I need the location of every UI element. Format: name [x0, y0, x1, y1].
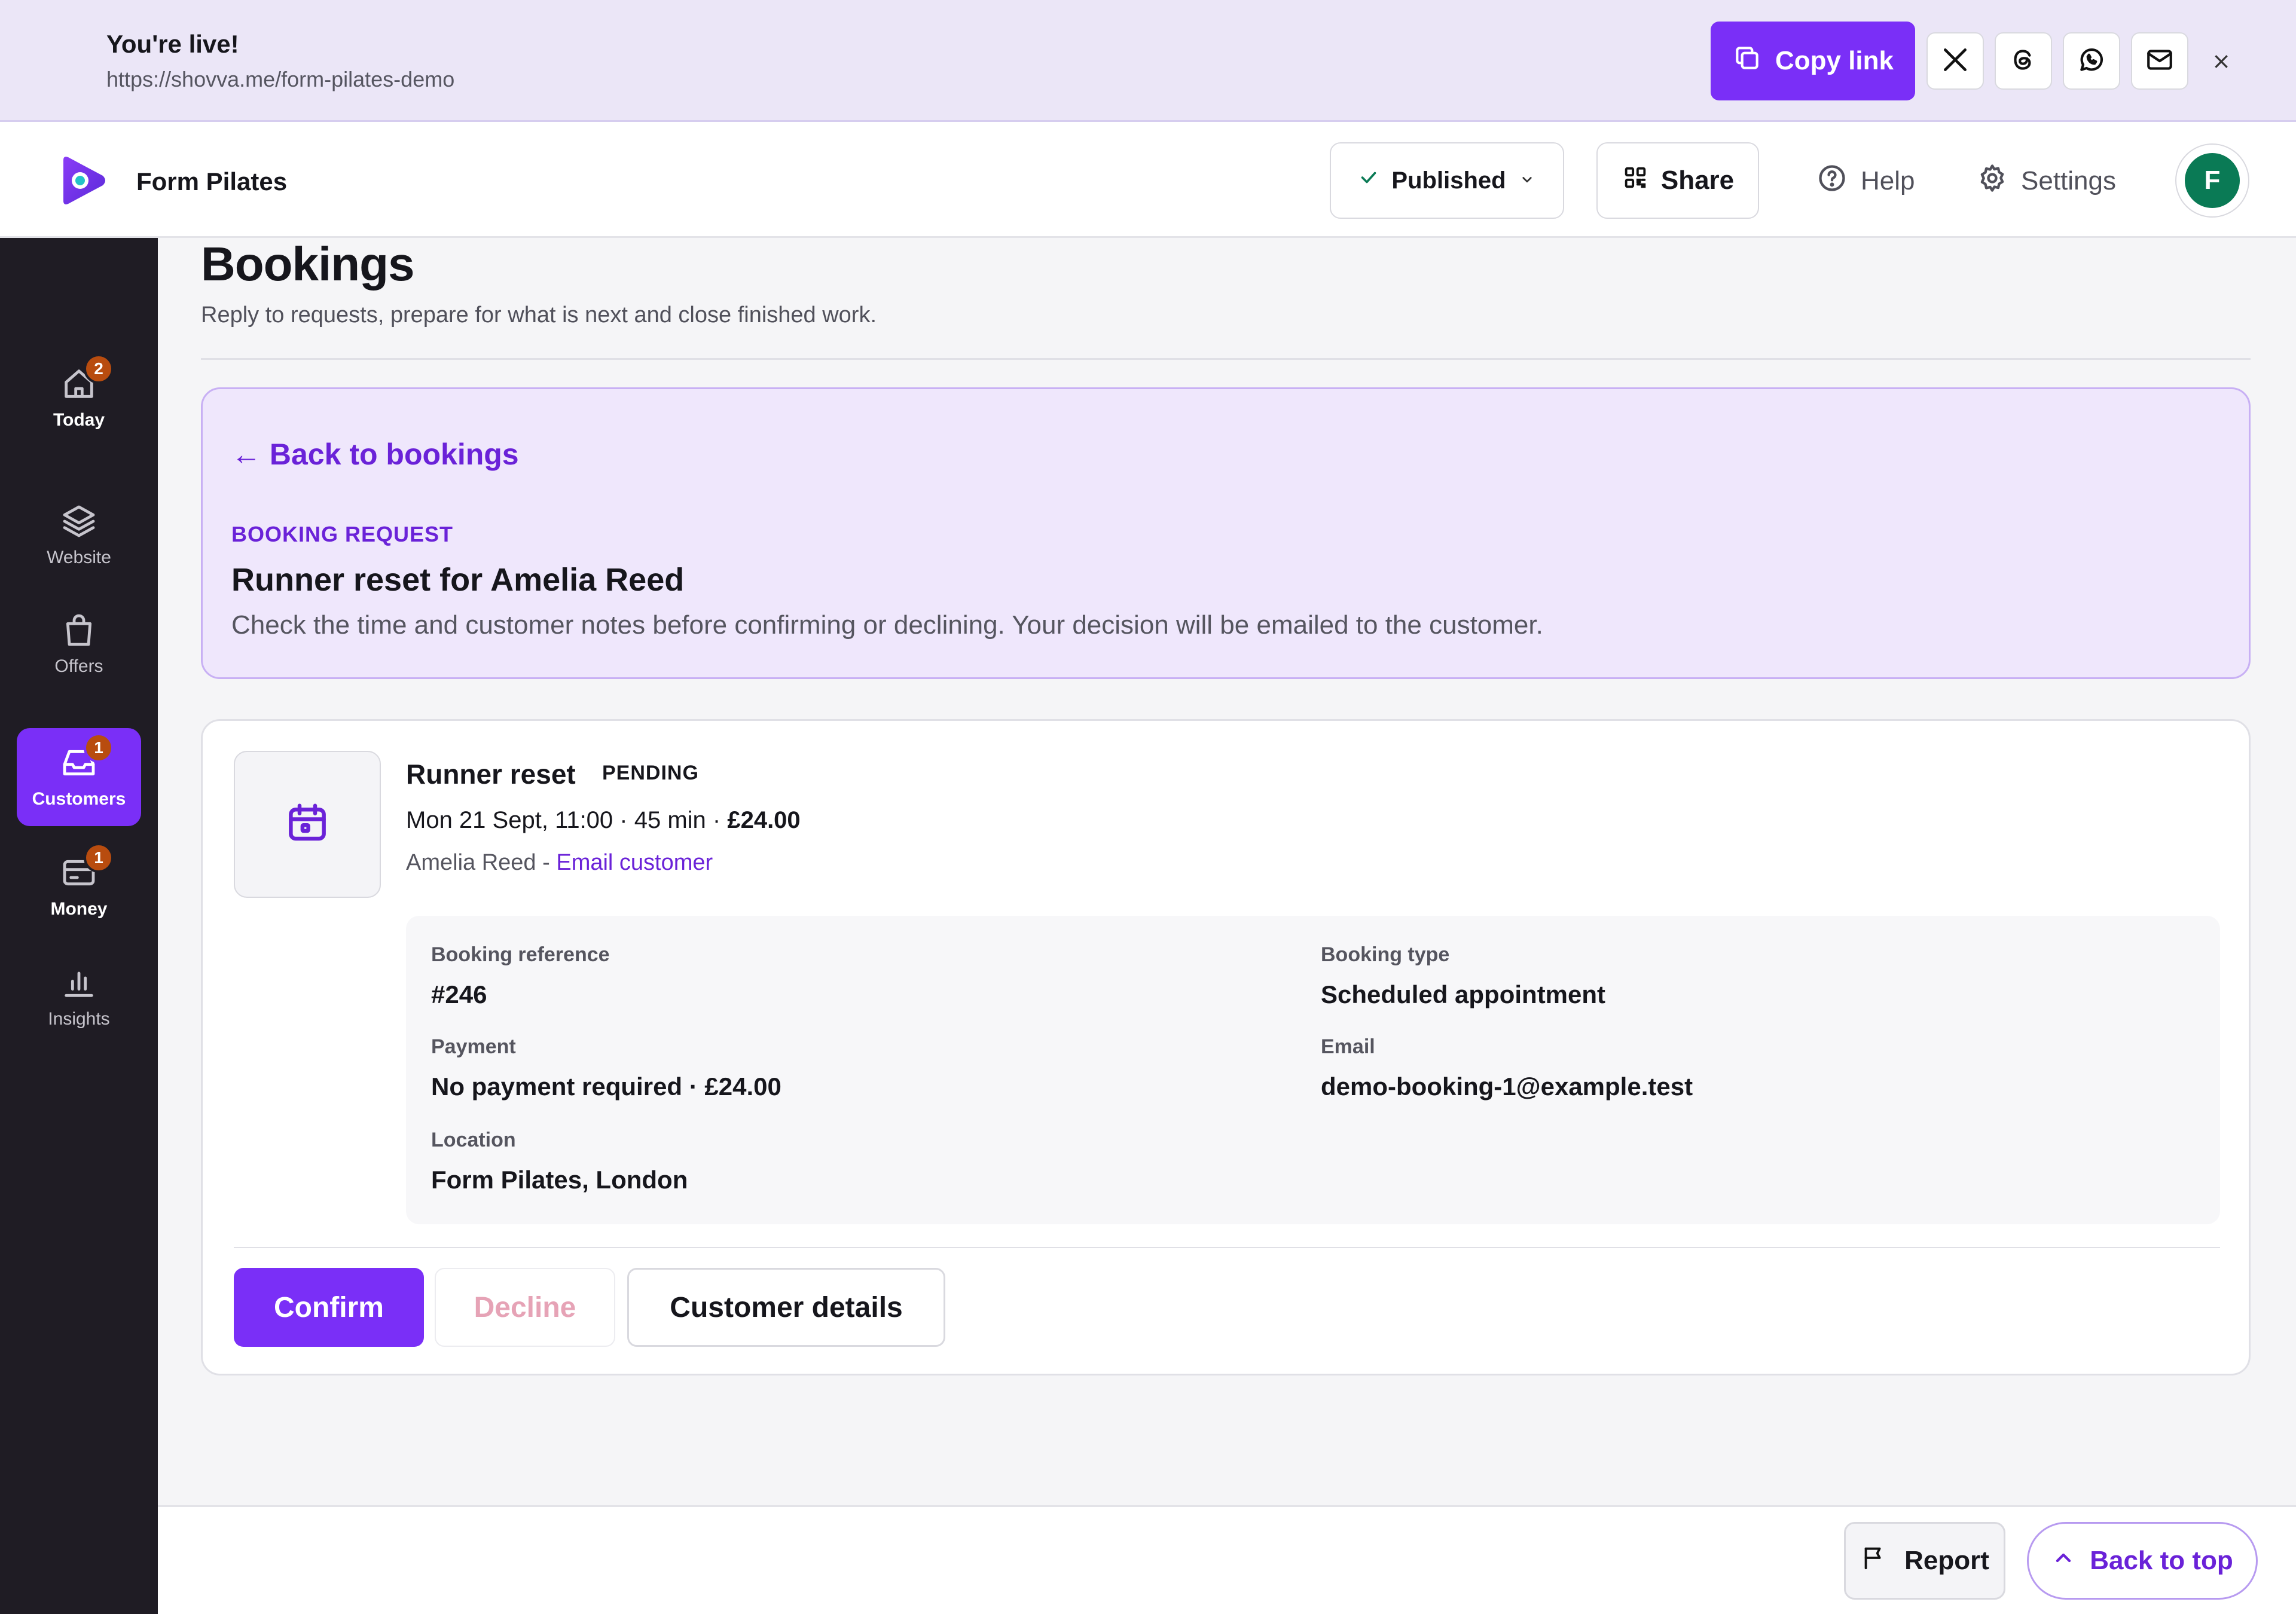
payment-value: No payment required · £24.00 — [431, 1072, 781, 1101]
publish-status-label: Published — [1391, 167, 1506, 194]
booking-customer-line: Amelia Reed - Email customer — [406, 850, 713, 876]
app-header: Form Pilates Published Share Help Settin… — [0, 122, 2296, 238]
booking-type-label: Booking type — [1321, 943, 1450, 966]
service-name: Runner reset — [406, 759, 576, 790]
page-subtitle: Reply to requests, prepare for what is n… — [201, 302, 877, 328]
booking-info-panel: Booking reference #246 Booking type Sche… — [406, 916, 2220, 1224]
back-to-bookings-link[interactable]: ← Back to bookings — [231, 437, 519, 472]
help-link[interactable]: Help — [1816, 160, 1915, 202]
publish-status-dropdown[interactable]: Published — [1330, 142, 1564, 219]
chevron-down-icon — [1518, 167, 1536, 194]
sidebar-item-label: Money — [50, 899, 108, 919]
booking-detail-card: Runner reset PENDING Mon 21 Sept, 11:00 … — [201, 719, 2251, 1375]
status-badge: PENDING — [602, 762, 699, 784]
x-icon — [1940, 45, 1970, 78]
page-title: Bookings — [201, 237, 414, 291]
sidebar-item-customers[interactable]: 1 Customers — [17, 728, 141, 826]
gear-icon — [1977, 163, 2008, 200]
back-to-top-label: Back to top — [2090, 1546, 2233, 1575]
flag-icon — [1860, 1544, 1888, 1578]
email-value: demo-booking-1@example.test — [1321, 1072, 1693, 1101]
live-url: https://shovva.me/form-pilates-demo — [106, 67, 455, 91]
share-threads-button[interactable] — [1995, 32, 2052, 90]
settings-link[interactable]: Settings — [1977, 160, 2116, 202]
layers-icon — [60, 505, 98, 545]
live-title: You're live! — [106, 30, 239, 58]
decline-button[interactable]: Decline — [435, 1268, 615, 1347]
mail-icon — [2145, 45, 2175, 78]
settings-label: Settings — [2021, 166, 2116, 195]
request-title: Runner reset for Amelia Reed — [231, 562, 685, 598]
email-label: Email — [1321, 1035, 1375, 1058]
report-label: Report — [1904, 1546, 1989, 1575]
card-icon — [60, 860, 98, 896]
copy-link-label: Copy link — [1775, 46, 1894, 75]
confirm-button[interactable]: Confirm — [234, 1268, 424, 1347]
help-icon — [1816, 163, 1848, 200]
customer-name: Amelia Reed — [406, 850, 536, 875]
payment-label: Payment — [431, 1035, 516, 1058]
calendar-thumbnail — [234, 751, 381, 898]
sidebar: 2 Today Website Offers 1 Customers 1 Mon… — [0, 238, 158, 1614]
request-kicker: BOOKING REQUEST — [231, 522, 454, 546]
separator: - — [536, 850, 557, 875]
booking-reference-value: #246 — [431, 980, 487, 1008]
booking-type-value: Scheduled appointment — [1321, 980, 1606, 1008]
app-name: Form Pilates — [136, 167, 288, 195]
share-whatsapp-button[interactable] — [2063, 32, 2120, 90]
email-customer-link[interactable]: Email customer — [556, 850, 713, 875]
copy-link-button[interactable]: Copy link — [1711, 22, 1915, 100]
booking-meta: Mon 21 Sept, 11:00 · 45 min · £24.00 — [406, 807, 801, 834]
share-label: Share — [1660, 166, 1735, 195]
sidebar-item-label: Insights — [48, 1009, 110, 1029]
notification-badge: 1 — [84, 843, 114, 873]
sidebar-item-label: Offers — [54, 656, 103, 676]
help-label: Help — [1861, 166, 1915, 195]
sidebar-item-website[interactable]: Website — [17, 487, 141, 585]
bag-icon — [60, 614, 98, 653]
notification-badge: 1 — [84, 733, 114, 763]
close-banner-button[interactable]: × — [2206, 43, 2236, 79]
app-logo[interactable] — [59, 155, 108, 206]
home-icon — [60, 369, 98, 407]
share-button[interactable]: Share — [1596, 142, 1759, 219]
sidebar-item-label: Website — [47, 548, 111, 567]
location-value: Form Pilates, London — [431, 1166, 688, 1194]
account-avatar-button[interactable]: F — [2175, 143, 2249, 218]
live-banner: You're live! https://shovva.me/form-pila… — [0, 0, 2296, 122]
inbox-icon — [60, 750, 98, 786]
divider — [201, 358, 2251, 360]
avatar: F — [2185, 153, 2240, 208]
sidebar-item-insights[interactable]: Insights — [17, 948, 141, 1046]
booking-time-duration: Mon 21 Sept, 11:00 · 45 min · — [406, 807, 728, 833]
sidebar-item-label: Today — [53, 410, 105, 430]
close-icon: × — [2212, 48, 2231, 74]
sidebar-item-offers[interactable]: Offers — [17, 595, 141, 693]
location-label: Location — [431, 1129, 516, 1151]
booking-request-card: ← Back to bookings BOOKING REQUEST Runne… — [201, 387, 2251, 679]
sidebar-item-today[interactable]: 2 Today — [17, 349, 141, 447]
qr-code-icon — [1622, 164, 1649, 198]
calendar-icon — [284, 800, 331, 849]
check-icon — [1358, 167, 1379, 194]
whatsapp-icon — [2077, 45, 2106, 78]
notification-badge: 2 — [84, 354, 114, 384]
share-x-button[interactable] — [1926, 32, 1984, 90]
share-mail-button[interactable] — [2131, 32, 2188, 90]
bar-chart-icon — [60, 971, 98, 1006]
request-description: Check the time and customer notes before… — [231, 610, 1543, 640]
copy-icon — [1732, 43, 1762, 80]
chevron-up-icon — [2051, 1546, 2075, 1576]
report-button[interactable]: Report — [1844, 1522, 2005, 1600]
customer-details-button[interactable]: Customer details — [627, 1268, 945, 1347]
booking-reference-label: Booking reference — [431, 943, 610, 966]
threads-icon — [2008, 45, 2038, 78]
back-to-top-button[interactable]: Back to top — [2027, 1522, 2258, 1600]
divider — [234, 1247, 2220, 1248]
sidebar-item-money[interactable]: 1 Money — [17, 838, 141, 936]
page-footer: Report Back to top — [158, 1505, 2296, 1614]
booking-price: £24.00 — [727, 807, 801, 833]
sidebar-item-label: Customers — [32, 789, 126, 809]
